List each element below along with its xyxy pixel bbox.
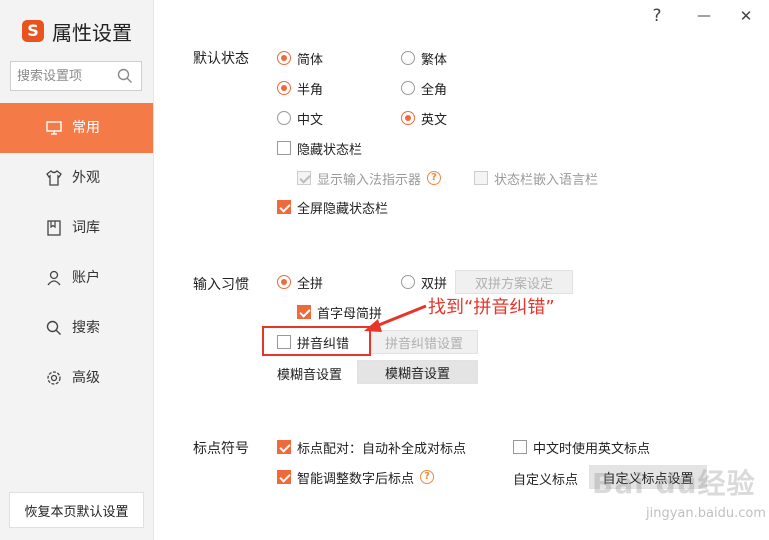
radio-english[interactable]: 英文: [401, 109, 448, 128]
checkbox-statusbar-embed[interactable]: 状态栏嵌入语言栏: [474, 169, 599, 188]
custom-punct-label: 自定义标点: [513, 473, 579, 488]
checkbox-label: 标点配对：自动补全成对标点: [297, 441, 467, 457]
nav-item-common[interactable]: 常用: [0, 103, 153, 153]
checkbox-label: 状态栏嵌入语言栏: [494, 172, 599, 188]
radio-selected-icon: [277, 275, 291, 289]
fuzzy-settings-button[interactable]: 模糊音设置: [357, 360, 478, 384]
checkbox-label: 智能调整数字后标点: [297, 471, 415, 487]
nav-item-lexicon[interactable]: 词库: [0, 203, 153, 253]
checkbox-checked-icon: [277, 440, 291, 454]
radio-quanpin[interactable]: 全拼: [277, 273, 324, 292]
section-label-input-habit: 输入习惯: [193, 277, 249, 293]
nav-item-label: 外观: [72, 170, 100, 186]
app-header: S 属性设置: [22, 16, 132, 46]
checkbox-fullscreen-hide[interactable]: 全屏隐藏状态栏: [277, 198, 389, 217]
sidebar: S 属性设置 常用 外观 词库 账户: [0, 0, 154, 540]
nav-item-label: 账户: [72, 270, 100, 286]
checkbox-show-indicator[interactable]: 显示输入法指示器 ?: [297, 169, 442, 188]
checkbox-label: 显示输入法指示器: [317, 172, 422, 188]
search-input[interactable]: [17, 68, 117, 84]
help-icon[interactable]: ?: [427, 171, 442, 185]
radio-label: 简体: [297, 52, 324, 68]
radio-icon: [401, 51, 415, 65]
radio-label: 英文: [421, 112, 448, 128]
radio-label: 双拼: [421, 276, 448, 292]
nav-item-account[interactable]: 账户: [0, 253, 153, 303]
book-icon: [47, 220, 61, 236]
annotation-highlight-box: [262, 326, 371, 356]
nav-item-label: 搜索: [72, 320, 100, 336]
search-icon[interactable]: [117, 68, 133, 84]
annotation-arrow-icon: [364, 304, 427, 332]
radio-selected-icon: [401, 111, 415, 125]
fuzzy-label: 模糊音设置: [277, 368, 343, 383]
restore-defaults-button[interactable]: 恢复本页默认设置: [9, 492, 144, 528]
radio-simplified[interactable]: 简体: [277, 49, 324, 68]
checkbox-icon: [277, 141, 291, 155]
search-box[interactable]: [10, 61, 142, 91]
checkbox-smart-digits[interactable]: 智能调整数字后标点 ?: [277, 468, 435, 487]
gear-icon: [47, 371, 61, 385]
checkbox-auto-pair[interactable]: 标点配对：自动补全成对标点: [277, 438, 467, 457]
shuangpin-settings-button[interactable]: 双拼方案设定: [455, 270, 573, 294]
annotation-text: 找到“拼音纠错”: [428, 297, 555, 318]
radio-label: 中文: [297, 112, 324, 128]
checkbox-hide-statusbar[interactable]: 隐藏状态栏: [277, 139, 363, 158]
section-label-punctuation: 标点符号: [193, 441, 249, 457]
help-button[interactable]: ?: [647, 6, 667, 26]
radio-shuangpin[interactable]: 双拼: [401, 273, 448, 292]
radio-icon: [277, 111, 291, 125]
radio-icon: [401, 81, 415, 95]
nav-item-label: 词库: [72, 220, 100, 236]
shirt-icon: [46, 170, 62, 186]
checkbox-label: 隐藏状态栏: [297, 142, 363, 158]
checkbox-label: 中文时使用英文标点: [533, 441, 651, 457]
radio-selected-icon: [277, 51, 291, 65]
checkbox-icon: [513, 440, 527, 454]
help-icon[interactable]: ?: [420, 470, 435, 484]
checkbox-checked-icon: [277, 200, 291, 214]
radio-label: 全角: [421, 82, 448, 98]
radio-selected-icon: [277, 81, 291, 95]
radio-icon: [401, 275, 415, 289]
checkbox-label: 全屏隐藏状态栏: [297, 201, 389, 217]
user-icon: [47, 270, 61, 286]
radio-label: 繁体: [421, 52, 448, 68]
section-label-default-state: 默认状态: [193, 51, 249, 67]
checkbox-icon: [297, 171, 311, 185]
nav-item-label: 常用: [72, 120, 100, 136]
nav-item-advanced[interactable]: 高级: [0, 353, 153, 403]
radio-chinese[interactable]: 中文: [277, 109, 324, 128]
watermark-url: jingyan.baidu.com: [646, 506, 766, 521]
radio-label: 全拼: [297, 276, 324, 292]
checkbox-icon: [474, 171, 488, 185]
sogou-logo-icon: S: [22, 20, 44, 42]
radio-fullwidth[interactable]: 全角: [401, 79, 448, 98]
radio-traditional[interactable]: 繁体: [401, 49, 448, 68]
checkbox-english-punct[interactable]: 中文时使用英文标点: [513, 438, 651, 457]
search-icon: [46, 320, 61, 335]
checkbox-checked-icon: [277, 470, 291, 484]
monitor-icon: [46, 121, 62, 135]
nav-item-search[interactable]: 搜索: [0, 303, 153, 353]
nav-item-appearance[interactable]: 外观: [0, 153, 153, 203]
minimize-button[interactable]: —: [694, 6, 714, 26]
close-button[interactable]: ✕: [736, 6, 756, 26]
radio-halfwidth[interactable]: 半角: [277, 79, 324, 98]
app-title: 属性设置: [52, 20, 132, 45]
radio-label: 半角: [297, 82, 324, 98]
watermark: Bai du经验: [592, 467, 756, 500]
checkbox-checked-icon: [297, 305, 311, 319]
nav-item-label: 高级: [72, 370, 100, 386]
